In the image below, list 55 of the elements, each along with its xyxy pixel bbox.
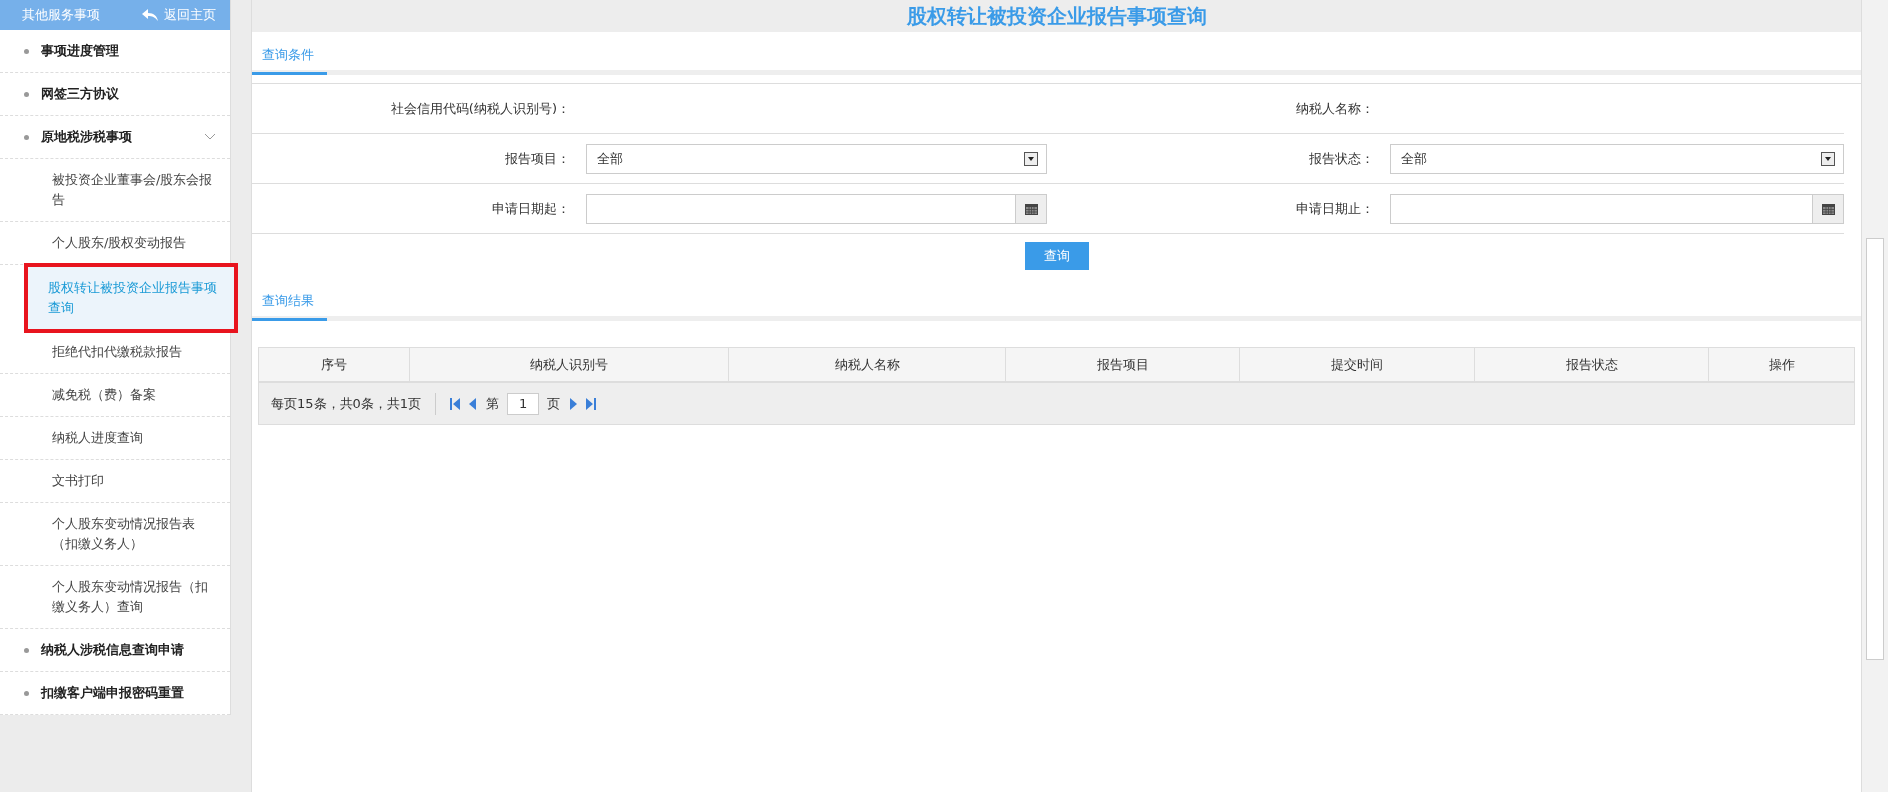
pager-summary: 每页15条，共0条，共1页 <box>271 394 422 413</box>
page-input[interactable]: 1 <box>507 392 540 415</box>
column-header: 报告状态 <box>1474 348 1708 381</box>
date-field[interactable] <box>1390 193 1844 224</box>
sidebar-item-label: 扣缴客户端申报密码重置 <box>41 684 185 703</box>
select-field[interactable]: 全部 <box>586 143 1047 174</box>
field-label: 社会信用代码(纳税人识别号)： <box>252 84 586 134</box>
sidebar-item-label: 纳税人进度查询 <box>52 429 144 448</box>
sidebar-title: 其他服务事项 <box>22 6 100 25</box>
field-label: 申请日期起： <box>252 184 586 234</box>
page-prefix: 第 <box>486 394 500 413</box>
sidebar-item-label: 个人股东变动情况报告表（扣缴义务人） <box>52 515 196 554</box>
bullet-icon <box>24 647 29 653</box>
calendar-icon <box>1821 202 1835 215</box>
column-header: 提交时间 <box>1239 348 1474 381</box>
field-label: 报告项目： <box>252 134 586 184</box>
dropdown-caret-icon <box>1024 151 1038 166</box>
bullet-icon <box>24 690 29 696</box>
scrollbar-thumb[interactable] <box>1866 238 1884 660</box>
page-suffix: 页 <box>547 394 561 413</box>
select-value: 全部 <box>1401 149 1427 168</box>
sidebar-item-label: 股权转让被投资企业报告事项查询 <box>48 279 218 318</box>
sidebar-item-label: 个人股东变动情况报告（扣缴义务人）查询 <box>52 578 209 617</box>
sidebar-item-label: 事项进度管理 <box>41 42 120 61</box>
column-header: 序号 <box>320 355 348 374</box>
select-value: 全部 <box>597 149 623 168</box>
sidebar-item-label: 文书打印 <box>52 472 105 491</box>
field-label: 报告状态： <box>1047 134 1390 184</box>
field-label: 申请日期止： <box>1047 184 1390 234</box>
first-page-icon[interactable] <box>450 397 461 410</box>
bullet-icon <box>24 134 29 140</box>
last-page-icon[interactable] <box>586 397 597 410</box>
sidebar-item-label: 网签三方协议 <box>41 85 120 104</box>
sidebar-item-label: 个人股东/股权变动报告 <box>52 234 188 253</box>
sidebar-item-label: 纳税人涉税信息查询申请 <box>41 641 185 660</box>
field-label: 纳税人名称： <box>1047 84 1390 134</box>
next-page-icon[interactable] <box>568 397 579 410</box>
chevron-icon <box>204 133 216 142</box>
page-title: 股权转让被投资企业报告事项查询 <box>906 2 1207 30</box>
date-field[interactable] <box>586 193 1047 224</box>
dropdown-caret-icon <box>1821 151 1835 166</box>
sidebar-item-label: 原地税涉税事项 <box>41 128 133 147</box>
column-header: 报告项目 <box>1005 348 1239 381</box>
sidebar-item-label: 拒绝代扣代缴税款报告 <box>52 343 183 362</box>
column-header: 纳税人名称 <box>728 348 1005 381</box>
bullet-icon <box>24 48 29 54</box>
bullet-icon <box>24 91 29 97</box>
sidebar-item-label: 减免税（费）备案 <box>52 386 157 405</box>
select-field[interactable]: 全部 <box>1390 143 1844 174</box>
calendar-icon <box>1024 202 1038 215</box>
back-arrow-icon <box>142 9 158 22</box>
previous-page-icon[interactable] <box>468 397 479 410</box>
column-header: 纳税人识别号 <box>409 348 728 381</box>
column-header: 操作 <box>1708 348 1854 381</box>
sidebar-item-label: 被投资企业董事会/股东会报告 <box>52 171 214 210</box>
